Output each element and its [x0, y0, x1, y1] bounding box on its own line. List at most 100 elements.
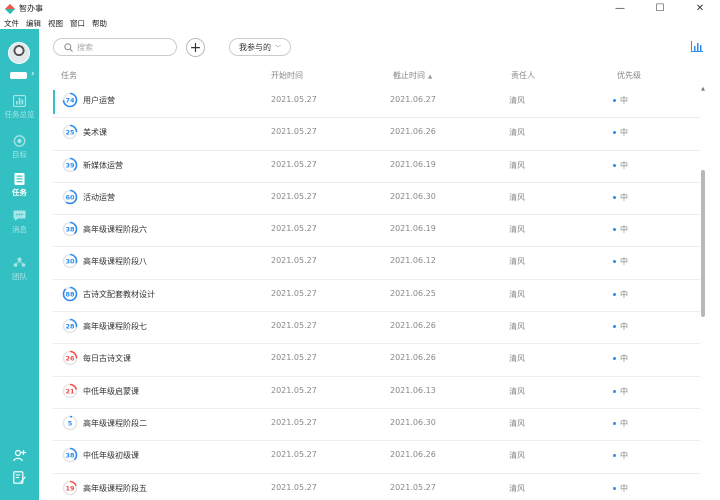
end-date: 2021.05.27: [390, 482, 436, 492]
task-name: 高年级课程阶段六: [83, 225, 147, 235]
priority-dot-icon: [613, 228, 616, 232]
start-date: 2021.05.27: [271, 127, 317, 137]
owner-name: 清风: [509, 386, 525, 396]
table-row[interactable]: 38 中低年级初级课 2021.05.27 2021.06.26 清风 中: [53, 441, 700, 474]
progress-ring: 39: [62, 157, 78, 172]
table-row[interactable]: 21 中低年级启蒙课 2021.05.27 2021.06.13 清风 中: [53, 377, 700, 409]
menu-bar: 文件 编辑 视图 窗口 帮助: [0, 17, 720, 29]
window-controls: — ☐ ✕: [600, 0, 720, 17]
avatar[interactable]: [8, 42, 30, 64]
task-name: 中低年级初级课: [83, 451, 139, 461]
table-row[interactable]: 88 古诗文配套教材设计 2021.05.27 2021.06.25 清风 中: [53, 280, 700, 313]
header-end[interactable]: 截止时间 ▲: [393, 70, 432, 81]
progress-value: 38: [65, 225, 75, 233]
priority-cell: 中: [613, 224, 628, 235]
end-date: 2021.06.19: [390, 224, 436, 234]
priority-dot-icon: [613, 131, 616, 135]
priority-dot-icon: [613, 357, 616, 361]
table-row[interactable]: 74 用户运营 2021.05.27 2021.06.27 清风 中: [53, 86, 700, 119]
priority-dot-icon: [613, 454, 616, 458]
sort-icon[interactable]: ▲: [428, 74, 432, 80]
team-icon: [13, 257, 26, 267]
table-row[interactable]: 60 活动运营 2021.05.27 2021.06.30 清风 中: [53, 183, 700, 216]
priority-label: 中: [620, 96, 628, 105]
search-box[interactable]: [53, 38, 177, 56]
progress-ring: 19: [62, 480, 78, 495]
sidebar-item-messages[interactable]: 消息: [0, 210, 39, 235]
table-row[interactable]: 5 高年级课程阶段二 2021.05.27 2021.06.30 清风 中: [53, 409, 700, 442]
owner-name: 清风: [509, 483, 525, 493]
sidebar-item-label: 消息: [12, 225, 27, 234]
start-date: 2021.05.27: [271, 450, 317, 460]
progress-value: 5: [68, 419, 73, 427]
expand-arrow-icon[interactable]: ›: [31, 69, 35, 79]
sidebar-item-overview[interactable]: 任务总览: [0, 95, 39, 120]
scroll-up-arrow-icon[interactable]: ▲: [700, 86, 706, 92]
menu-edit[interactable]: 编辑: [22, 18, 44, 29]
table-row[interactable]: 19 高年级课程阶段五 2021.05.27 2021.05.27 清风 中: [53, 474, 700, 500]
search-input[interactable]: [77, 42, 167, 52]
progress-ring: 74: [62, 92, 78, 108]
start-date: 2021.05.27: [271, 482, 317, 492]
end-date: 2021.06.25: [390, 288, 436, 298]
header-owner[interactable]: 责任人: [511, 70, 535, 81]
progress-value: 21: [65, 387, 75, 395]
sidebar-item-team[interactable]: 团队: [0, 257, 39, 282]
sidebar: › 任务总览 目标 任务 消息 团队: [0, 29, 39, 500]
progress-ring: 25: [62, 124, 78, 140]
add-user-icon[interactable]: [13, 449, 26, 462]
progress-ring: 60: [62, 189, 78, 205]
priority-label: 中: [620, 451, 628, 461]
priority-label: 中: [620, 289, 628, 299]
target-icon: [13, 135, 26, 147]
priority-label: 中: [620, 418, 628, 428]
end-date: 2021.06.26: [390, 127, 436, 137]
progress-value: 25: [65, 129, 75, 137]
priority-label: 中: [620, 225, 628, 235]
scrollbar-thumb[interactable]: [701, 170, 705, 317]
task-name: 高年级课程阶段五: [83, 483, 147, 493]
priority-dot-icon: [613, 421, 616, 425]
owner-name: 清风: [509, 451, 525, 461]
end-date: 2021.06.19: [390, 159, 436, 169]
minimize-button[interactable]: —: [600, 0, 640, 17]
add-task-button[interactable]: +: [186, 38, 205, 57]
table-row[interactable]: 38 高年级课程阶段六 2021.05.27 2021.06.19 清风 中: [53, 215, 700, 248]
table-row[interactable]: 25 美术课 2021.05.27 2021.06.26 清风 中: [53, 118, 700, 151]
header-priority[interactable]: 优先级: [617, 70, 641, 81]
table-row[interactable]: 30 高年级课程阶段八 2021.05.27 2021.06.12 清风 中: [53, 247, 700, 280]
table-row[interactable]: 26 每日古诗文课 2021.05.27 2021.06.26 清风 中: [53, 344, 700, 377]
chart-view-button[interactable]: [691, 41, 703, 52]
menu-window[interactable]: 窗口: [66, 18, 88, 29]
menu-file[interactable]: 文件: [0, 18, 22, 29]
priority-dot-icon: [613, 486, 616, 490]
edit-note-icon[interactable]: [13, 471, 26, 484]
priority-dot-icon: [613, 292, 616, 296]
task-name: 古诗文配套教材设计: [83, 289, 155, 299]
start-date: 2021.05.27: [271, 256, 317, 266]
task-name: 高年级课程阶段二: [83, 418, 147, 428]
priority-dot-icon: [613, 325, 616, 329]
sidebar-item-tasks[interactable]: 任务: [0, 173, 39, 198]
header-task[interactable]: 任务: [61, 70, 77, 81]
table-header: 任务 开始时间 截止时间 ▲ 责任人 优先级: [53, 68, 700, 84]
start-date: 2021.05.27: [271, 95, 317, 104]
filter-dropdown[interactable]: 我参与的 ﹀: [229, 38, 291, 56]
menu-view[interactable]: 视图: [44, 18, 66, 29]
menu-help[interactable]: 帮助: [88, 18, 110, 29]
table-row[interactable]: 39 新媒体运营 2021.05.27 2021.06.19 清风 中: [53, 151, 700, 183]
priority-cell: 中: [613, 256, 628, 267]
table-row[interactable]: 28 高年级课程阶段七 2021.05.27 2021.06.26 清风 中: [53, 312, 700, 345]
header-start[interactable]: 开始时间: [271, 70, 303, 81]
sidebar-item-goals[interactable]: 目标: [0, 135, 39, 160]
progress-value: 88: [65, 290, 75, 298]
owner-name: 清风: [509, 128, 525, 138]
task-name: 中低年级启蒙课: [83, 386, 139, 396]
priority-dot-icon: [613, 195, 616, 199]
end-date: 2021.06.26: [390, 353, 436, 363]
progress-value: 60: [65, 193, 75, 201]
filter-label: 我参与的: [238, 42, 271, 52]
maximize-button[interactable]: ☐: [640, 0, 680, 17]
priority-cell: 中: [613, 127, 628, 138]
close-button[interactable]: ✕: [680, 0, 720, 17]
